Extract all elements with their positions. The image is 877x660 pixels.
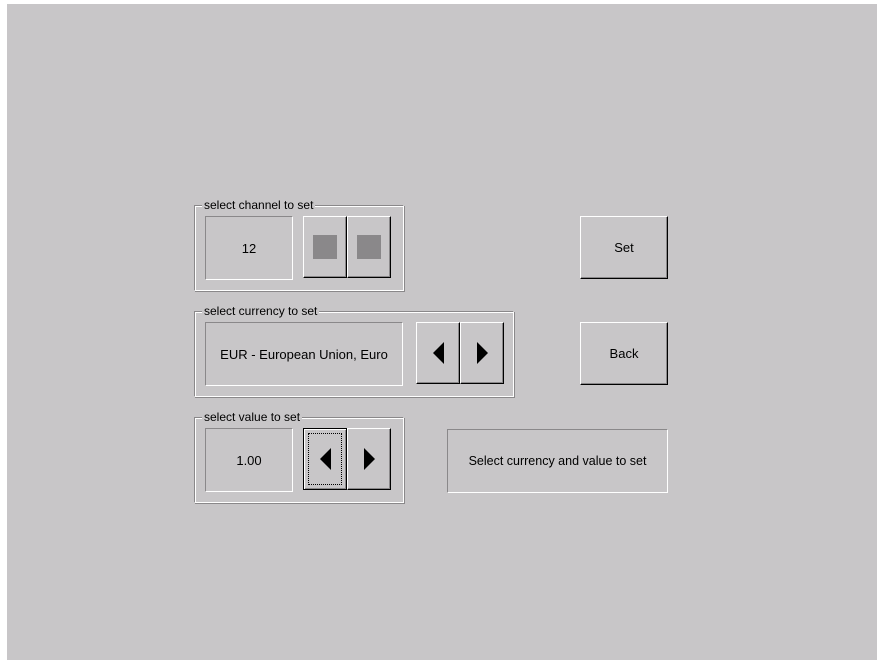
set-button[interactable]: Set [580, 216, 668, 279]
square-icon [357, 235, 381, 259]
value-group-legend: select value to set [202, 409, 303, 425]
arrow-left-icon [432, 342, 444, 364]
currency-prev-button[interactable] [416, 322, 460, 384]
arrow-right-icon [363, 448, 375, 470]
back-button[interactable]: Back [580, 322, 668, 385]
value-group: select value to set 1.00 [194, 409, 404, 503]
status-message: Select currency and value to set [447, 429, 668, 493]
value-display: 1.00 [205, 428, 293, 492]
channel-display: 12 [205, 216, 293, 280]
channel-group: select channel to set 12 [194, 197, 404, 291]
currency-display: EUR - European Union, Euro [205, 322, 403, 386]
app-window: select channel to set 12 select currency… [7, 4, 877, 660]
channel-next-button[interactable] [347, 216, 391, 278]
arrow-right-icon [476, 342, 488, 364]
square-icon [313, 235, 337, 259]
currency-group-legend: select currency to set [202, 303, 320, 319]
value-prev-button[interactable] [303, 428, 347, 490]
currency-group: select currency to set EUR - European Un… [194, 303, 514, 397]
value-next-button[interactable] [347, 428, 391, 490]
currency-next-button[interactable] [460, 322, 504, 384]
channel-group-legend: select channel to set [202, 197, 316, 213]
focus-ring [308, 433, 342, 485]
channel-prev-button[interactable] [303, 216, 347, 278]
